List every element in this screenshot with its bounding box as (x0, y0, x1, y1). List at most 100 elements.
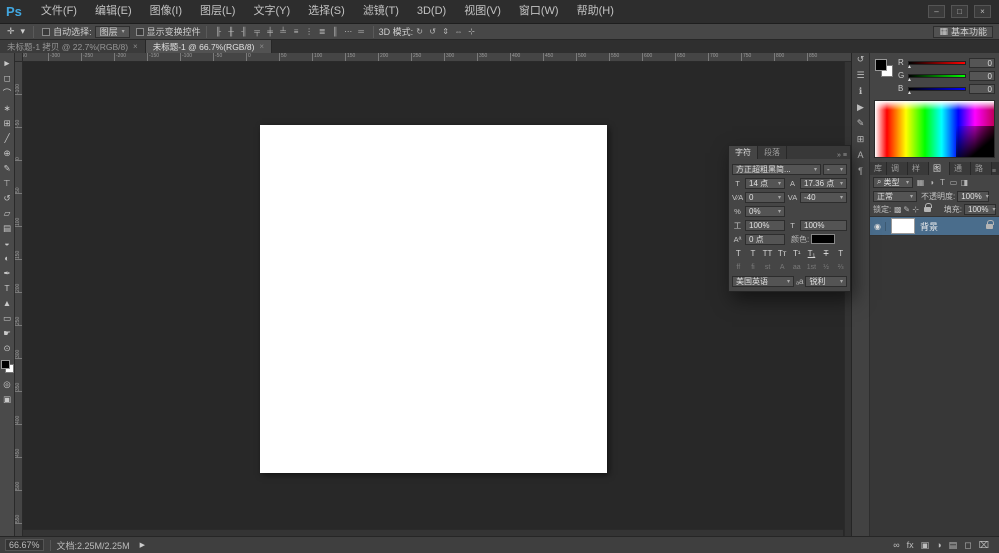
align-v-center-icon[interactable]: ╪ (264, 27, 277, 36)
horizontal-scrollbar[interactable] (23, 529, 843, 536)
quick-selection-tool[interactable]: ∗ (0, 101, 15, 116)
clone-stamp-tool[interactable]: ⊤ (0, 176, 15, 191)
filter-pixel-icon[interactable]: ▦ (915, 178, 926, 187)
text-color-swatch[interactable] (811, 234, 836, 244)
3d-rotate-icon[interactable]: ↻ (413, 27, 426, 36)
slider-value[interactable]: 0 (969, 83, 995, 94)
layer-effects-icon[interactable]: fx (907, 540, 914, 551)
delete-layer-icon[interactable]: ⌧ (979, 540, 989, 551)
rectangle-tool[interactable]: ▭ (0, 311, 15, 326)
menu-item[interactable]: 编辑(E) (86, 0, 141, 23)
filter-type-dropdown[interactable]: ⌕ 类型 ▾ (873, 176, 913, 188)
slider-track[interactable] (907, 60, 966, 70)
add-mask-icon[interactable]: ▣ (921, 540, 930, 551)
filter-adjustment-icon[interactable]: ◑ (926, 178, 937, 187)
close-tab-icon[interactable]: × (259, 42, 264, 51)
lasso-tool[interactable]: ⌒ (0, 86, 15, 101)
minimize-button[interactable]: – (928, 5, 945, 18)
properties-panel-icon[interactable]: ☰ (853, 68, 869, 83)
filter-smartobject-icon[interactable]: ◨ (959, 178, 970, 187)
3d-scale-icon[interactable]: ⊹ (465, 27, 478, 36)
restore-button[interactable]: □ (951, 5, 968, 18)
distribute-v-center-icon[interactable]: ⋮ (303, 27, 316, 36)
status-menu-arrow-icon[interactable]: ▶ (140, 541, 145, 549)
menu-item[interactable]: 选择(S) (299, 0, 354, 23)
foreground-color-swatch[interactable] (875, 59, 887, 71)
info-panel-icon[interactable]: ℹ (853, 84, 869, 99)
opentype-button[interactable]: ff (732, 264, 745, 271)
new-group-icon[interactable]: ▤ (949, 540, 958, 551)
visibility-eye-icon[interactable]: ◉ (870, 221, 886, 231)
lock-position-icon[interactable]: ⊹ (911, 205, 920, 214)
tab-libraries[interactable]: 库 (870, 162, 887, 175)
pen-tool[interactable]: ✒ (0, 266, 15, 281)
screen-mode-button[interactable]: ▣ (0, 392, 15, 407)
tab-character[interactable]: 字符 (729, 146, 758, 159)
panel-menu-icon[interactable]: ≡ (992, 168, 999, 175)
horizontal-scale-field[interactable]: 100% (800, 219, 847, 231)
language-dropdown[interactable]: 美国英语 ▾ (732, 275, 794, 287)
font-family-dropdown[interactable]: 方正超粗黑简... ▾ (732, 163, 821, 175)
text-style-button[interactable]: TT (761, 249, 774, 258)
auto-select-dropdown[interactable]: 图层 ▾ (94, 25, 130, 38)
opentype-button[interactable]: st (761, 264, 774, 271)
tab-adjustments[interactable]: 调整 (887, 162, 908, 186)
anti-alias-dropdown[interactable]: 锐利 ▾ (805, 275, 847, 287)
slider-value[interactable]: 0 (969, 57, 995, 68)
color-spectrum-ramp[interactable] (874, 100, 995, 158)
slider-track[interactable] (907, 86, 966, 96)
history-panel-icon[interactable]: ↺ (853, 52, 869, 67)
text-style-button[interactable]: T (820, 249, 833, 258)
lock-transparent-icon[interactable]: ▩ (893, 205, 902, 214)
lock-all-icon[interactable] (924, 203, 933, 212)
crop-tool[interactable]: ⊞ (0, 116, 15, 131)
panel-color-swatch-widget[interactable] (875, 59, 893, 77)
close-button[interactable]: × (974, 5, 991, 18)
zoom-level-field[interactable]: 66.67% (5, 539, 44, 551)
panel-menu-icon[interactable]: ≡ (843, 152, 850, 159)
vertical-scrollbar[interactable] (844, 62, 851, 536)
proportional-spacing-field[interactable]: 0% ▾ (745, 205, 785, 217)
path-selection-tool[interactable]: ▲ (0, 296, 15, 311)
marquee-tool[interactable]: ◻ (0, 71, 15, 86)
3d-drag-icon[interactable]: ⇕ (439, 27, 452, 36)
document-tab[interactable]: 未标题-1 @ 66.7%(RGB/8) × (145, 40, 273, 53)
move-tool[interactable]: ► (0, 56, 15, 71)
brush-panel-icon[interactable]: ✎ (853, 116, 869, 131)
menu-item[interactable]: 文字(Y) (244, 0, 299, 23)
opentype-button[interactable]: A (776, 264, 789, 271)
distribute-right-icon[interactable]: ═ (355, 27, 368, 36)
menu-item[interactable]: 文件(F) (32, 0, 86, 23)
opacity-field[interactable]: 100% ▾ (957, 190, 990, 202)
opentype-button[interactable]: aa (791, 264, 804, 271)
distribute-top-icon[interactable]: ≡ (290, 27, 303, 36)
actions-panel-icon[interactable]: ▶ (853, 100, 869, 115)
leading-field[interactable]: 17.36 点 ▾ (800, 177, 847, 189)
font-style-dropdown[interactable]: - ▾ (823, 163, 847, 175)
3d-roll-icon[interactable]: ↺ (426, 27, 439, 36)
align-bottom-icon[interactable]: ╧ (277, 27, 290, 36)
quick-mask-button[interactable]: ◎ (0, 377, 15, 392)
new-layer-icon[interactable]: ◻ (964, 540, 971, 551)
layer-row-background[interactable]: ◉ 背景 (870, 216, 999, 236)
layer-name[interactable]: 背景 (920, 220, 938, 233)
menu-item[interactable]: 图层(L) (191, 0, 244, 23)
opentype-button[interactable]: ½ (820, 264, 833, 271)
hand-tool[interactable]: ☛ (0, 326, 15, 341)
document-canvas[interactable] (260, 125, 607, 473)
menu-item[interactable]: 3D(D) (408, 0, 455, 23)
opentype-button[interactable]: ⅔ (834, 264, 847, 271)
vertical-ruler[interactable]: -100 -50 0 50 100 150 200 250 300 350 400 450 500 550 (15, 62, 23, 536)
paragraph-panel-icon[interactable]: ¶ (853, 164, 869, 179)
menu-item[interactable]: 窗口(W) (510, 0, 568, 23)
filter-shape-icon[interactable]: ▭ (948, 178, 959, 187)
show-transform-checkbox[interactable] (135, 27, 144, 36)
foreground-color-swatch[interactable] (0, 360, 10, 369)
clone-source-panel-icon[interactable]: ⊞ (853, 132, 869, 147)
text-style-button[interactable]: T¹ (791, 249, 804, 258)
tab-paragraph[interactable]: 段落 (758, 146, 787, 159)
color-swatch-widget[interactable] (0, 360, 14, 373)
document-tab[interactable]: 未标题-1 拷贝 @ 22.7%(RGB/8) × (0, 40, 146, 53)
tab-paths[interactable]: 路径 (970, 162, 992, 186)
baseline-shift-field[interactable]: 0 点 (745, 233, 785, 245)
